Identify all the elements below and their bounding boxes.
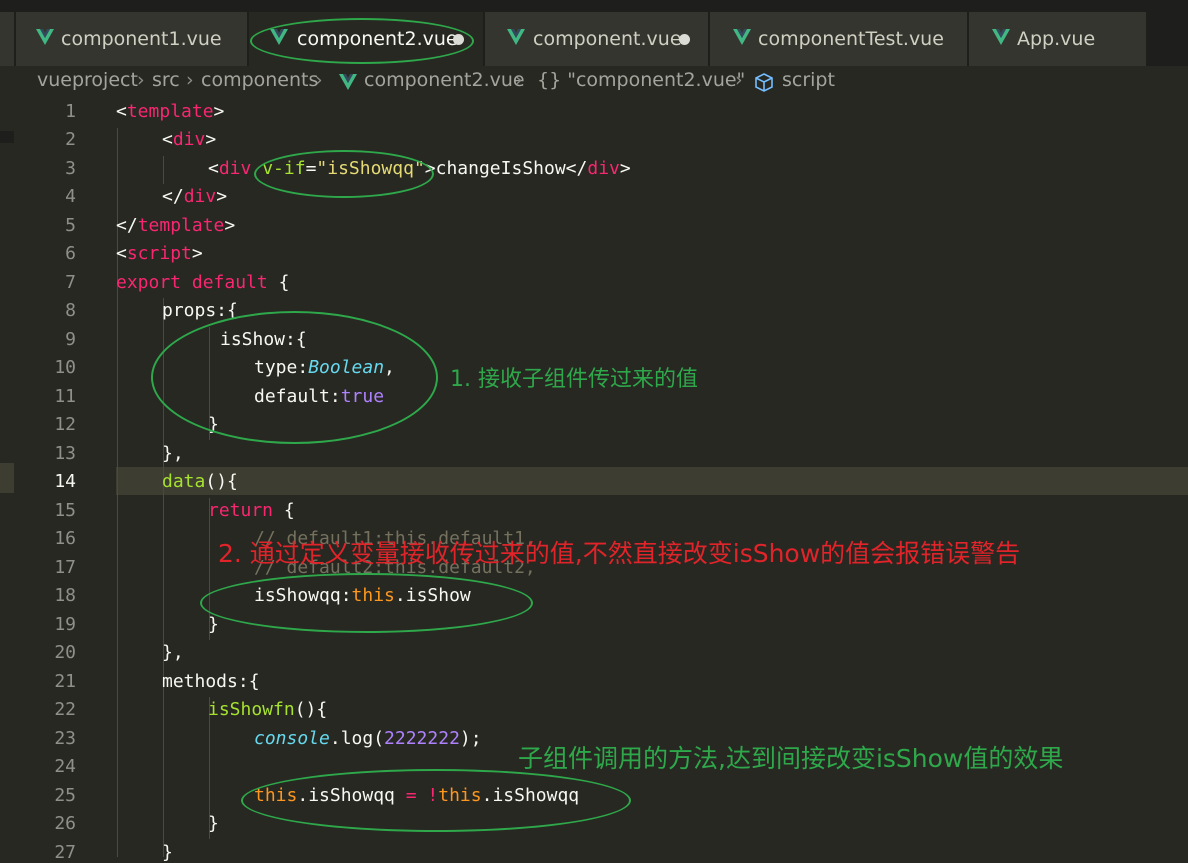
breadcrumb-symbol[interactable]: {} "component2.vue"	[537, 69, 745, 91]
annotation-circle	[241, 769, 631, 832]
line-number: 17	[54, 557, 76, 578]
chevron-right-icon: ›	[137, 69, 145, 91]
line-number: 5	[65, 215, 76, 236]
code-line: return {	[208, 500, 295, 521]
code-line-current: data(){	[162, 471, 238, 492]
code-line: </div>	[162, 186, 228, 207]
chevron-right-icon: ›	[735, 69, 743, 91]
unsaved-dot-icon[interactable]	[679, 34, 690, 45]
line-number: 15	[54, 500, 76, 521]
line-number: 27	[54, 842, 76, 863]
tab-bar: component1.vue component2.vue component.…	[0, 0, 1188, 66]
vue-file-icon	[36, 29, 54, 45]
line-number: 18	[54, 585, 76, 606]
line-number: 3	[65, 158, 76, 179]
breadcrumb-src[interactable]: src	[152, 69, 180, 91]
code-line: <script>	[116, 243, 203, 264]
active-tab-highlight-circle	[250, 18, 474, 64]
line-number: 12	[54, 414, 76, 435]
code-line: console.log(2222222);	[254, 728, 482, 749]
tab-label: App.vue	[1017, 28, 1096, 50]
chevron-right-icon: ›	[315, 69, 323, 91]
code-line: },	[162, 443, 184, 464]
vue-file-icon	[507, 29, 525, 45]
annotation-note-1: 1. 接收子组件传过来的值	[450, 367, 698, 392]
line-number: 26	[54, 813, 76, 834]
indent-guide	[163, 156, 164, 184]
breadcrumb: vueproject › src › components › componen…	[0, 66, 1188, 98]
code-line: },	[162, 642, 184, 663]
breadcrumb-section[interactable]: script	[782, 69, 835, 91]
line-number: 25	[54, 785, 76, 806]
code-line: isShowfn(){	[208, 699, 328, 720]
code-line: methods:{	[162, 671, 260, 692]
line-number: 22	[54, 699, 76, 720]
annotation-circle	[254, 150, 434, 198]
line-number: 11	[54, 386, 76, 407]
code-line: }	[208, 813, 219, 834]
tab-component1[interactable]: component1.vue	[16, 12, 247, 66]
line-number: 4	[65, 186, 76, 207]
line-number-current: 14	[54, 471, 76, 492]
vue-file-icon	[992, 29, 1010, 45]
breadcrumb-project[interactable]: vueproject	[37, 69, 138, 91]
code-editor[interactable]: 1 2 3 4 5 6 7 8 9 10 11 12 13 14 15 16 1…	[0, 98, 1188, 863]
breadcrumb-file[interactable]: component2.vue	[364, 69, 525, 91]
cube-icon	[755, 73, 773, 92]
code-line: </template>	[116, 215, 236, 236]
indent-guide	[117, 128, 118, 857]
line-number: 9	[65, 329, 76, 350]
line-number: 6	[65, 243, 76, 264]
line-number: 1	[65, 101, 76, 122]
line-number: 16	[54, 528, 76, 549]
line-number: 10	[54, 357, 76, 378]
tab-app[interactable]: App.vue	[969, 12, 1146, 66]
line-number: 13	[54, 443, 76, 464]
line-number: 8	[65, 300, 76, 321]
line-number: 23	[54, 728, 76, 749]
current-line-highlight	[116, 467, 1188, 495]
vue-file-icon	[733, 29, 751, 45]
tab-label: componentTest.vue	[758, 28, 944, 50]
line-number: 2	[65, 129, 76, 150]
tab-component[interactable]: component.vue	[485, 12, 708, 66]
tab-componentTest[interactable]: componentTest.vue	[710, 12, 967, 66]
line-number: 24	[54, 756, 76, 777]
code-line: }	[208, 614, 219, 635]
code-line: }	[162, 842, 173, 863]
vue-file-icon	[339, 74, 357, 90]
annotation-circle	[200, 573, 533, 633]
code-line: <div>	[162, 129, 217, 150]
chevron-right-icon: ›	[515, 69, 523, 91]
annotation-note-3: 子组件调用的方法,达到间接改变isShow值的效果	[518, 744, 1064, 773]
code-line: <template>	[116, 101, 225, 122]
code-line: export default {	[116, 272, 290, 293]
line-number: 21	[54, 671, 76, 692]
tab-label: component.vue	[533, 28, 682, 50]
tab-label: component1.vue	[61, 28, 222, 50]
breadcrumb-components[interactable]: components	[201, 69, 318, 91]
line-number: 7	[65, 272, 76, 293]
annotation-circle	[151, 311, 438, 444]
chevron-right-icon: ›	[186, 69, 194, 91]
annotation-note-2: 2. 通过定义变量接收传过来的值,不然直接改变isShow的值会报错误警告	[218, 539, 1021, 568]
tab-bar-edge	[0, 12, 14, 66]
line-number: 20	[54, 642, 76, 663]
line-number: 19	[54, 614, 76, 635]
